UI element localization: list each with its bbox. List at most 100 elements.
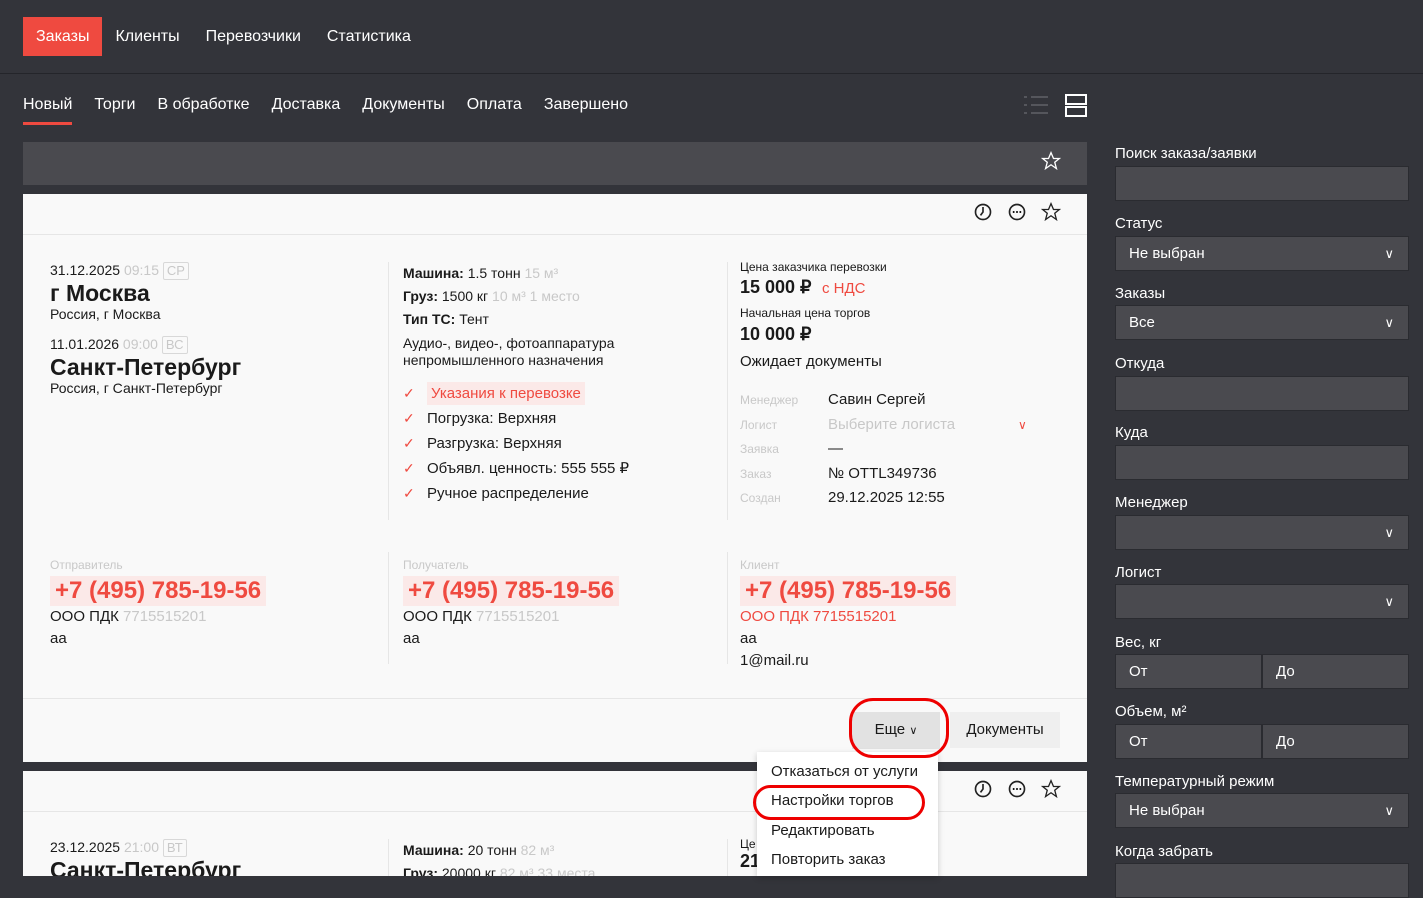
- start-price: 10 000 ₽: [740, 324, 812, 344]
- volume-from-input[interactable]: От: [1115, 724, 1262, 759]
- inn: 7715515201: [476, 608, 560, 625]
- divider: [23, 698, 1087, 699]
- volume-to-input[interactable]: До: [1262, 724, 1409, 759]
- sender: Отправитель +7 (495) 785-19-56 ООО ПДК 7…: [50, 554, 267, 650]
- pickup-date-input[interactable]: [1115, 863, 1409, 898]
- star-icon[interactable]: [1041, 202, 1061, 222]
- nav-orders[interactable]: Заказы: [23, 17, 103, 56]
- menu-item-edit[interactable]: Редактировать: [771, 822, 875, 839]
- route: 31.12.2025 09:15 СР г Москва Россия, г М…: [50, 262, 370, 396]
- divider: [727, 552, 728, 664]
- divider: [23, 234, 1087, 235]
- chevron-down-icon: ∨: [1384, 803, 1394, 818]
- client-company-link[interactable]: ООО ПДК 7715515201: [740, 606, 956, 628]
- cargo-extra: 82 м³ 33 места: [499, 865, 596, 876]
- label: Заказы: [1115, 285, 1166, 302]
- cargo-extra: 10 м³ 1 место: [492, 288, 580, 304]
- label: Менеджер: [1115, 494, 1188, 511]
- pickup-time: 21:00: [123, 839, 160, 855]
- tab-done[interactable]: Завершено: [544, 96, 628, 125]
- card-view-icon[interactable]: [1065, 94, 1087, 117]
- meta-key: Логист: [740, 417, 778, 432]
- nav-stats[interactable]: Статистика: [314, 17, 424, 56]
- day-badge: ВС: [161, 336, 188, 354]
- orders-select[interactable]: Все ∨: [1115, 305, 1409, 340]
- tab-payment[interactable]: Оплата: [467, 96, 522, 125]
- history-icon[interactable]: [973, 202, 993, 222]
- comment-icon[interactable]: [1007, 779, 1027, 799]
- from-region: Россия, г Москва: [50, 306, 161, 322]
- label: Вес, кг: [1115, 634, 1162, 651]
- star-icon[interactable]: [1041, 779, 1061, 799]
- status-select[interactable]: Не выбран ∨: [1115, 236, 1409, 271]
- meta-key: Заказ: [740, 466, 772, 481]
- note: аа: [50, 630, 67, 647]
- tab-processing[interactable]: В обработке: [157, 96, 249, 125]
- menu-item-cancel-service[interactable]: Отказаться от услуги: [771, 763, 918, 780]
- pickup-date: 31.12.2025: [50, 262, 121, 278]
- weight-to-input[interactable]: До: [1262, 654, 1409, 689]
- label: Температурный режим: [1115, 773, 1275, 790]
- tab-documents[interactable]: Документы: [362, 96, 444, 125]
- label: Тип ТС:: [403, 311, 456, 327]
- to-input[interactable]: [1115, 445, 1409, 480]
- label: Груз:: [403, 288, 438, 304]
- filter-sidebar: Поиск заказа/заявки Статус Не выбран ∨ За…: [1115, 0, 1409, 898]
- chevron-down-icon: ∨: [1384, 246, 1394, 261]
- logist-select[interactable]: Выберите логиста: [828, 413, 955, 438]
- more-menu: Отказаться от услуги Настройки торгов Ре…: [757, 752, 938, 876]
- documents-button[interactable]: Документы: [950, 712, 1060, 748]
- company: ООО ПДК: [50, 608, 119, 625]
- check-label: Разгрузка: Верхняя: [427, 435, 562, 452]
- nav-carriers[interactable]: Перевозчики: [193, 17, 314, 56]
- label: Получатель: [403, 558, 469, 572]
- created: 29.12.2025 12:55: [828, 489, 945, 506]
- receiver-phone[interactable]: +7 (495) 785-19-56: [403, 576, 620, 606]
- vehicle-type: Тент: [459, 311, 489, 327]
- machine-volume: 82 м³: [520, 842, 555, 858]
- tab-auction[interactable]: Торги: [94, 96, 135, 125]
- menu-item-auction-settings[interactable]: Настройки торгов: [771, 792, 894, 809]
- chevron-down-icon: ∨: [1384, 315, 1394, 330]
- logist-select[interactable]: ∨: [1115, 584, 1409, 619]
- price-info: Цена заказчика перевозки 15 000 ₽ с НДС …: [740, 260, 1070, 511]
- temperature-select[interactable]: Не выбран ∨: [1115, 793, 1409, 828]
- receiver: Получатель +7 (495) 785-19-56 ООО ПДК 77…: [403, 554, 620, 650]
- chevron-down-icon[interactable]: ∨: [1018, 413, 1027, 438]
- check-item[interactable]: ✓ Указания к перевозке: [403, 381, 703, 406]
- chevron-down-icon: ∨: [909, 725, 918, 737]
- check-icon: ✓: [403, 460, 415, 476]
- client-phone[interactable]: +7 (495) 785-19-56: [740, 576, 957, 606]
- goods: Аудио-, видео-, фотоаппаратура непромышл…: [403, 335, 615, 368]
- history-icon[interactable]: [973, 779, 993, 799]
- order-number: № OTTL349736: [828, 464, 937, 482]
- cargo-info: Машина: 1.5 тонн 15 м³ Груз: 1500 кг 10 …: [403, 262, 703, 506]
- temperature-value: Не выбран: [1129, 802, 1205, 819]
- search-input[interactable]: [1115, 166, 1409, 201]
- menu-item-repeat-order[interactable]: Повторить заказ: [771, 851, 886, 868]
- label: Груз:: [403, 865, 438, 876]
- label: Откуда: [1115, 355, 1165, 372]
- meta-key: Менеджер: [740, 393, 799, 407]
- request: —: [828, 440, 843, 457]
- top-nav: Заказы Клиенты Перевозчики Статистика: [23, 17, 424, 56]
- nav-clients[interactable]: Клиенты: [102, 17, 192, 56]
- star-icon[interactable]: [1041, 151, 1061, 171]
- sender-phone[interactable]: +7 (495) 785-19-56: [50, 576, 267, 606]
- chevron-down-icon: ∨: [1384, 525, 1394, 540]
- from-input[interactable]: [1115, 376, 1409, 411]
- comment-icon[interactable]: [1007, 202, 1027, 222]
- tab-delivery[interactable]: Доставка: [272, 96, 341, 125]
- manager-select[interactable]: ∨: [1115, 515, 1409, 550]
- list-view-icon[interactable]: [1023, 94, 1049, 116]
- divider: [727, 262, 728, 520]
- tab-new[interactable]: Новый: [23, 96, 73, 125]
- route: 23.12.2025 21:00 ВТ Санкт-Петербург: [50, 839, 241, 876]
- weight-from-input[interactable]: От: [1115, 654, 1262, 689]
- status-value: Не выбран: [1129, 245, 1205, 262]
- order-card: 31.12.2025 09:15 СР г Москва Россия, г М…: [23, 194, 1087, 762]
- check-label: Ручное распределение: [427, 485, 589, 502]
- more-button[interactable]: Еще ∨: [852, 712, 940, 749]
- price-label: Цена заказчика перевозки: [740, 260, 887, 274]
- instructions-link[interactable]: Указания к перевозке: [427, 382, 585, 405]
